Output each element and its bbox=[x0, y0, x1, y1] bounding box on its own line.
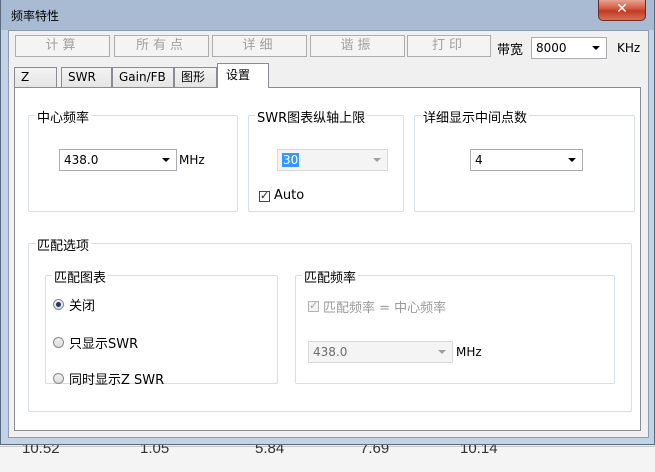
chevron-down-icon bbox=[373, 158, 381, 162]
calculate-button[interactable]: 计算 bbox=[15, 35, 110, 57]
center-frequency-unit: MHz bbox=[179, 153, 205, 167]
match-chart-group: 匹配图表 关闭 只显示SWR 同时显示Z SWR bbox=[45, 267, 278, 388]
tab-gain-fb[interactable]: Gain/FB bbox=[112, 67, 174, 87]
match-equals-center-label: 匹配频率 = 中心频率 bbox=[323, 301, 447, 316]
auto-label: Auto bbox=[274, 188, 305, 203]
center-frequency-select[interactable]: 438.0 bbox=[59, 149, 177, 171]
radio-z-swr[interactable] bbox=[53, 373, 64, 384]
swr-axis-max-value: 30 bbox=[282, 153, 300, 167]
bandwidth-select[interactable]: 8000 bbox=[531, 37, 607, 59]
auto-checkbox[interactable] bbox=[259, 189, 270, 202]
radio-swr-only[interactable] bbox=[53, 337, 64, 348]
chevron-down-icon bbox=[592, 46, 600, 50]
match-options-group: 匹配选项 匹配图表 关闭 只显示SWR 同时显示Z SWR 匹配频率 匹配频率 … bbox=[28, 235, 632, 412]
swr-axis-legend: SWR图表纵轴上限 bbox=[255, 107, 368, 126]
detail-points-value: 4 bbox=[475, 153, 483, 167]
match-chart-legend: 匹配图表 bbox=[52, 267, 109, 286]
match-frequency-legend: 匹配频率 bbox=[302, 267, 359, 286]
settings-panel: 中心频率 438.0 MHz SWR图表纵轴上限 30 Auto 详细显示 bbox=[14, 87, 641, 431]
frequency-characteristics-window: 频率特性 ✕ 计算 所有点 详细 谐振 打印 带宽 8000 KHz Z SWR… bbox=[0, 0, 655, 445]
match-frequency-value: 438.0 bbox=[313, 345, 348, 359]
detail-points-legend: 详细显示中间点数 bbox=[421, 107, 530, 126]
window-title: 频率特性 bbox=[11, 9, 60, 23]
tab-z[interactable]: Z bbox=[14, 67, 57, 87]
bandwidth-label: 带宽 bbox=[497, 43, 524, 58]
detail-points-select[interactable]: 4 bbox=[470, 149, 583, 171]
center-frequency-group: 中心频率 438.0 MHz bbox=[28, 107, 238, 212]
match-equals-center-checkbox[interactable] bbox=[308, 299, 319, 312]
tab-graph[interactable]: 图形 bbox=[174, 67, 217, 87]
detail-button[interactable]: 详细 bbox=[212, 35, 307, 57]
detail-points-group: 详细显示中间点数 4 bbox=[414, 107, 635, 212]
center-frequency-legend: 中心频率 bbox=[35, 107, 92, 126]
close-button[interactable]: ✕ bbox=[598, 0, 646, 21]
match-frequency-select[interactable]: 438.0 bbox=[308, 341, 453, 363]
match-frequency-unit: MHz bbox=[456, 345, 482, 359]
chevron-down-icon bbox=[438, 350, 446, 354]
radio-off-label: 关闭 bbox=[69, 299, 96, 314]
bandwidth-unit: KHz bbox=[617, 41, 641, 55]
bandwidth-value: 8000 bbox=[536, 41, 567, 55]
all-points-button[interactable]: 所有点 bbox=[114, 35, 209, 57]
resonance-button[interactable]: 谐振 bbox=[310, 35, 405, 57]
chevron-down-icon bbox=[162, 158, 170, 162]
center-frequency-value: 438.0 bbox=[64, 153, 99, 167]
background-window-bottom: 10.52 1.05 5.84 7.69 10.14 bbox=[0, 440, 655, 472]
tab-swr[interactable]: SWR bbox=[61, 67, 112, 87]
match-frequency-group: 匹配频率 匹配频率 = 中心频率 438.0 MHz bbox=[295, 267, 615, 384]
print-button[interactable]: 打印 bbox=[407, 35, 491, 57]
radio-swr-only-label: 只显示SWR bbox=[69, 337, 139, 352]
match-options-legend: 匹配选项 bbox=[35, 235, 92, 254]
dialog-body: 计算 所有点 详细 谐振 打印 带宽 8000 KHz Z SWR Gain/F… bbox=[8, 30, 649, 438]
radio-z-swr-label: 同时显示Z SWR bbox=[69, 373, 165, 388]
close-icon: ✕ bbox=[616, 1, 628, 17]
swr-axis-group: SWR图表纵轴上限 30 Auto bbox=[248, 107, 404, 212]
title-bar[interactable]: 频率特性 ✕ bbox=[1, 0, 654, 30]
chevron-down-icon bbox=[568, 158, 576, 162]
radio-off[interactable] bbox=[53, 299, 64, 310]
tab-settings[interactable]: 设置 bbox=[217, 63, 269, 88]
swr-axis-max-select[interactable]: 30 bbox=[277, 149, 388, 171]
